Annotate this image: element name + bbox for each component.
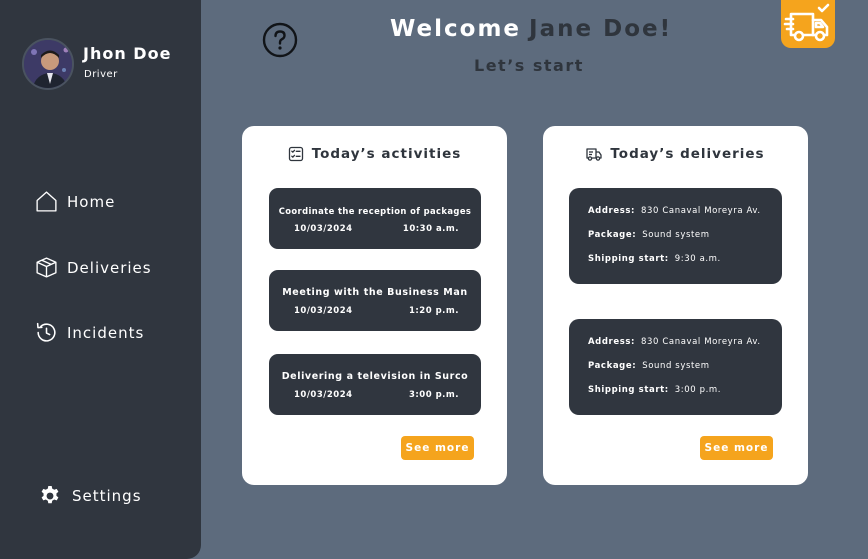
field-value: 830 Canaval Moreyra Av. (641, 337, 761, 347)
field-label: Shipping start: (588, 254, 669, 264)
question-circle-icon[interactable] (262, 22, 298, 58)
field-value: 830 Canaval Moreyra Av. (641, 206, 761, 216)
page-subtitle: Let’s start (474, 56, 584, 75)
activity-date: 10/03/2024 (294, 390, 353, 400)
delivery-truck-button[interactable] (781, 0, 835, 48)
sidebar-item-deliveries[interactable]: Deliveries (34, 255, 152, 280)
history-icon (36, 322, 56, 342)
activity-title: Coordinate the reception of packages (278, 206, 472, 216)
sidebar-item-label: Deliveries (67, 258, 152, 277)
sidebar-item-label: Home (67, 192, 116, 211)
field-label: Shipping start: (588, 385, 669, 395)
activity-time: 3:00 p.m. (408, 390, 459, 400)
page-title: Welcome Jane Doe! (390, 16, 672, 42)
fast-delivery-truck-icon (783, 3, 830, 42)
user-name: Jhon Doe (83, 44, 172, 63)
delivery-package: Package: Sound system (588, 230, 710, 240)
see-more-deliveries-button[interactable]: See more (700, 436, 773, 460)
package-box-icon (36, 257, 57, 278)
sidebar-item-incidents[interactable]: Incidents (34, 320, 144, 345)
sidebar-item-label: Settings (72, 487, 142, 505)
welcome-user-name: Jane Doe! (529, 16, 673, 42)
deliveries-title: Today’s deliveries (543, 146, 808, 162)
sidebar-item-home[interactable]: Home (34, 189, 115, 214)
field-label: Package: (588, 230, 637, 240)
sidebar-item-settings[interactable]: Settings (38, 484, 142, 508)
delivery-address: Address: 830 Canaval Moreyra Av. (588, 337, 761, 347)
activity-time: 1:20 p.m. (408, 306, 459, 316)
field-label: Package: (588, 361, 637, 371)
activity-date: 10/03/2024 (294, 306, 353, 316)
sidebar: Jhon Doe Driver Home Deliveries Incident… (0, 0, 201, 559)
truck-icon (586, 148, 603, 161)
field-label: Address: (588, 337, 636, 347)
activity-time: 10:30 a.m. (402, 224, 459, 234)
activities-title: Today’s activities (242, 146, 507, 162)
field-value: Sound system (642, 361, 710, 371)
field-label: Address: (588, 206, 636, 216)
avatar[interactable] (22, 38, 74, 90)
card-title-label: Today’s activities (311, 146, 462, 162)
user-role: Driver (84, 69, 118, 80)
activity-date: 10/03/2024 (294, 224, 353, 234)
delivery-shipping-start: Shipping start: 3:00 p.m. (588, 385, 721, 395)
delivery-item[interactable]: Address: 830 Canaval Moreyra Av. Package:… (569, 319, 782, 415)
delivery-address: Address: 830 Canaval Moreyra Av. (588, 206, 761, 216)
sidebar-item-label: Incidents (67, 323, 145, 342)
deliveries-card: Today’s deliveries Address: 830 Canaval M… (543, 126, 808, 485)
activity-item[interactable]: Meeting with the Business Man 10/03/2024… (269, 270, 481, 331)
delivery-item[interactable]: Address: 830 Canaval Moreyra Av. Package:… (569, 188, 782, 284)
checklist-icon (288, 146, 303, 162)
field-value: 3:00 p.m. (674, 385, 722, 395)
delivery-package: Package: Sound system (588, 361, 710, 371)
activity-title: Delivering a television in Surco (281, 371, 469, 382)
see-more-activities-button[interactable]: See more (401, 436, 474, 460)
field-value: Sound system (642, 230, 710, 240)
delivery-shipping-start: Shipping start: 9:30 a.m. (588, 254, 721, 264)
activities-card: Today’s activities Coordinate the recept… (242, 126, 507, 485)
activity-item[interactable]: Delivering a television in Surco 10/03/2… (269, 354, 481, 415)
welcome-text: Welcome (390, 16, 522, 42)
activity-item[interactable]: Coordinate the reception of packages 10/… (269, 188, 481, 249)
home-icon (36, 191, 57, 212)
activity-title: Meeting with the Business Man (282, 287, 468, 298)
field-value: 9:30 a.m. (674, 254, 721, 264)
card-title-label: Today’s deliveries (610, 146, 765, 162)
gear-icon (41, 486, 59, 504)
